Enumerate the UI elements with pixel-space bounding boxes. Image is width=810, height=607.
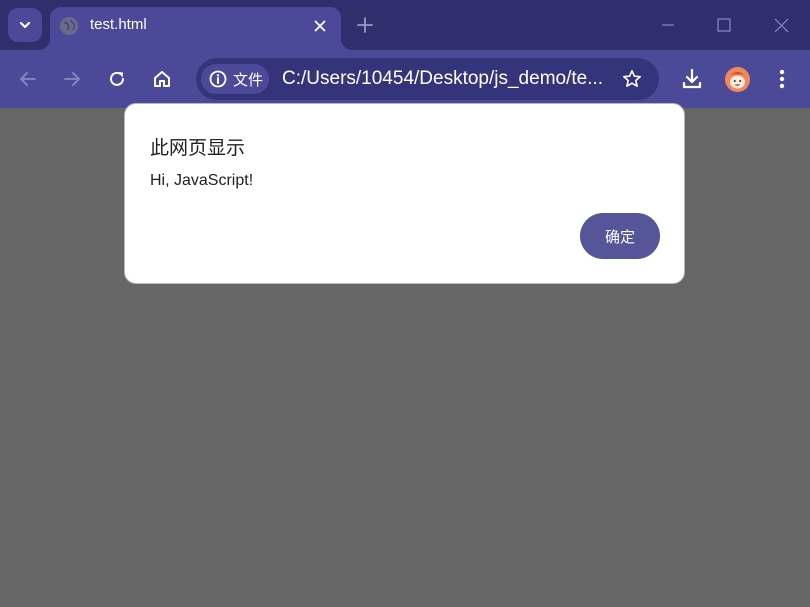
site-info-label: 文件 — [233, 70, 264, 89]
reload-icon — [110, 71, 124, 86]
maximize-button[interactable] — [709, 10, 739, 40]
avatar[interactable] — [725, 67, 750, 92]
ok-button[interactable]: 确定 — [580, 213, 660, 259]
toolbar: 文件 C:/Users/10454/Desktop/js_demo/te... — [0, 50, 810, 108]
more-vert-icon — [779, 69, 785, 89]
arrow-left-icon — [20, 72, 36, 86]
tab-active[interactable]: test.html — [38, 7, 353, 50]
reload-button[interactable] — [101, 63, 133, 95]
url-text[interactable]: C:/Users/10454/Desktop/js_demo/te... — [282, 68, 604, 90]
star-icon — [623, 70, 641, 87]
bookmark-button[interactable] — [619, 66, 645, 92]
forward-button[interactable] — [56, 63, 88, 95]
home-icon — [154, 71, 170, 87]
minimize-icon — [662, 24, 674, 26]
tab-search-button[interactable] — [8, 8, 42, 42]
site-info-chip[interactable]: 文件 — [201, 64, 269, 94]
close-icon — [774, 18, 788, 32]
plus-icon — [357, 17, 373, 33]
menu-button[interactable] — [766, 63, 798, 95]
maximize-icon — [717, 18, 731, 32]
download-icon — [682, 68, 702, 89]
new-tab-button[interactable] — [352, 12, 378, 38]
close-window-button[interactable] — [766, 10, 796, 40]
info-icon — [209, 70, 227, 88]
close-icon — [314, 20, 326, 32]
minimize-button[interactable] — [653, 10, 683, 40]
downloads-button[interactable] — [676, 63, 708, 95]
globe-icon — [60, 17, 78, 35]
chevron-down-icon — [19, 21, 31, 29]
dialog-message: Hi, JavaScript! — [150, 172, 254, 189]
alert-dialog: 此网页显示 Hi, JavaScript! 确定 — [124, 103, 685, 284]
dialog-title: 此网页显示 — [150, 137, 246, 159]
tab-strip: test.html — [0, 0, 810, 50]
back-button[interactable] — [12, 63, 44, 95]
tab-title: test.html — [90, 16, 147, 33]
address-bar[interactable]: 文件 C:/Users/10454/Desktop/js_demo/te... — [196, 58, 659, 100]
arrow-right-icon — [64, 72, 80, 86]
home-button[interactable] — [146, 63, 178, 95]
tab-close-button[interactable] — [309, 15, 331, 37]
